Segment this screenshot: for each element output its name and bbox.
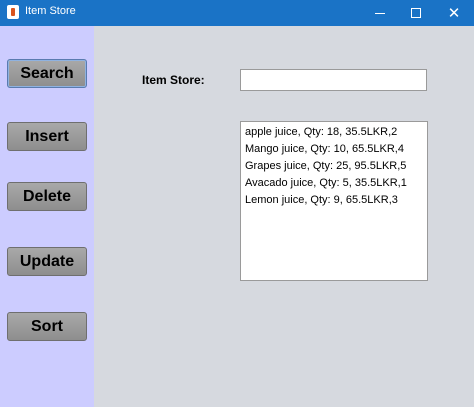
list-item[interactable]: apple juice, Qty: 18, 35.5LKR,2 [245,124,423,141]
maximize-icon [411,8,421,18]
list-item[interactable]: Lemon juice, Qty: 9, 65.5LKR,3 [245,192,423,209]
title-bar[interactable]: Item Store ✕ [0,0,474,26]
list-item[interactable]: Grapes juice, Qty: 25, 95.5LKR,5 [245,158,423,175]
close-button[interactable]: ✕ [434,0,474,26]
java-app-icon [7,5,19,19]
window-title: Item Store [25,5,76,17]
list-item[interactable]: Mango juice, Qty: 10, 65.5LKR,4 [245,141,423,158]
list-item[interactable]: Avacado juice, Qty: 5, 35.5LKR,1 [245,175,423,192]
main-panel: Item Store: apple juice, Qty: 18, 35.5LK… [94,26,474,407]
close-icon: ✕ [447,4,461,22]
search-button[interactable]: Search [7,59,87,88]
sidebar: Search Insert Delete Update Sort [0,26,94,407]
update-button[interactable]: Update [7,247,87,276]
item-store-label: Item Store: [142,73,205,87]
minimize-button[interactable] [360,0,400,26]
items-list[interactable]: apple juice, Qty: 18, 35.5LKR,2 Mango ju… [240,121,428,281]
sort-button[interactable]: Sort [7,312,87,341]
maximize-button[interactable] [396,0,436,26]
minimize-icon [375,12,385,14]
insert-button[interactable]: Insert [7,122,87,151]
item-store-input[interactable] [240,69,427,91]
delete-button[interactable]: Delete [7,182,87,211]
